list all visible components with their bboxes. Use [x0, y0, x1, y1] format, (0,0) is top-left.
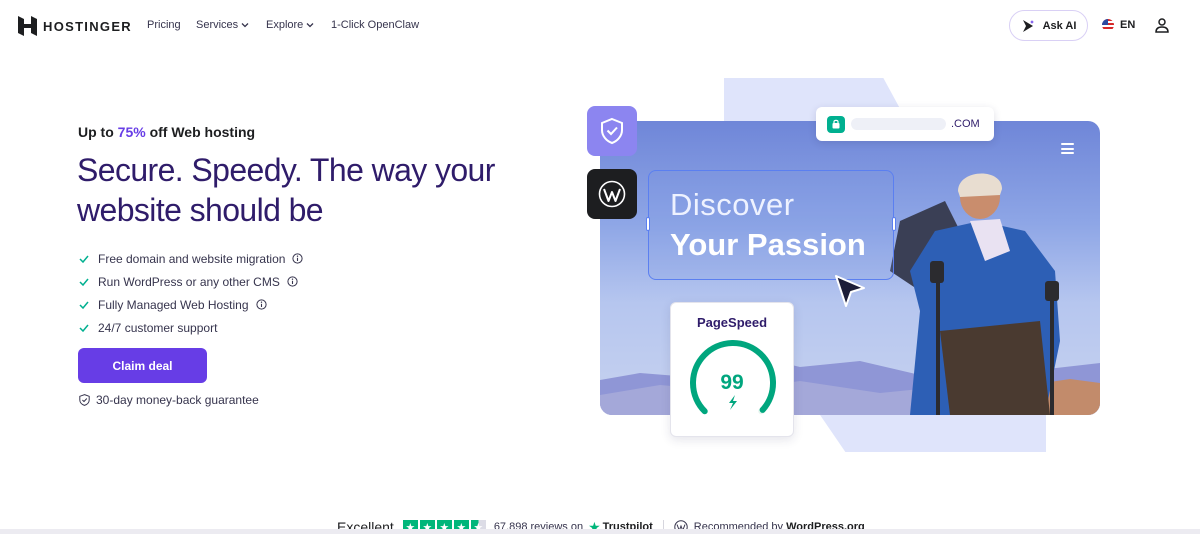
nav-openclaw[interactable]: 1-Click OpenClaw: [331, 19, 419, 31]
discover-line-1: Discover: [670, 187, 795, 222]
shield-check-icon: [79, 394, 90, 406]
promo-suffix: off Web hosting: [145, 124, 256, 140]
user-icon[interactable]: [1155, 18, 1169, 33]
nav-services-label: Services: [196, 19, 239, 31]
discover-line-2: Your Passion: [670, 227, 866, 262]
menu-icon: [1061, 143, 1074, 154]
language-label: EN: [1120, 19, 1136, 31]
feature-text: Free domain and website migration: [98, 251, 286, 266]
feature-text: 24/7 customer support: [98, 320, 218, 335]
brand-name: HOSTINGER: [43, 18, 132, 34]
chevron-down-icon: [306, 23, 314, 28]
wordpress-icon: [598, 180, 626, 208]
check-icon: [79, 324, 89, 332]
nav-pricing[interactable]: Pricing: [147, 19, 181, 31]
check-icon: [79, 255, 89, 263]
bolt-icon: [729, 395, 737, 410]
guarantee-text: 30-day money-back guarantee: [96, 393, 259, 407]
feature-text: Run WordPress or any other CMS: [98, 274, 280, 289]
claim-deal-button[interactable]: Claim deal: [78, 348, 207, 383]
nav-explore-label: Explore: [266, 19, 304, 31]
info-icon[interactable]: [287, 276, 298, 287]
check-icon: [79, 278, 89, 286]
nav-pricing-label: Pricing: [147, 19, 181, 31]
url-tld: .COM: [951, 118, 980, 130]
resize-handle: [892, 217, 896, 231]
info-icon[interactable]: [255, 299, 267, 310]
decorative-shape: [818, 412, 1046, 452]
us-flag-icon: [1102, 19, 1114, 31]
promo-prefix: Up to: [78, 124, 118, 140]
info-icon[interactable]: [292, 253, 304, 264]
ask-ai-button[interactable]: Ask AI: [1009, 10, 1088, 41]
lock-icon: [827, 115, 845, 133]
feature-item: Free domain and website migration: [79, 247, 304, 270]
headline-line-1: Secure. Speedy. The way your: [77, 152, 495, 188]
url-placeholder: [851, 118, 946, 130]
promo-text: Up to 75% off Web hosting: [78, 124, 255, 140]
cursor-icon: [835, 275, 865, 307]
headline-line-2: website should be: [77, 192, 324, 228]
nav-services[interactable]: Services: [196, 19, 249, 31]
feature-item: Run WordPress or any other CMS: [79, 270, 303, 293]
scroll-edge: [0, 529, 1200, 534]
pagespeed-card: PageSpeed 99: [670, 302, 794, 437]
browser-url-bar: .COM: [816, 107, 994, 141]
brand-logo[interactable]: HOSTINGER: [18, 16, 132, 36]
money-back-guarantee: 30-day money-back guarantee: [79, 393, 259, 407]
nav-openclaw-label: 1-Click OpenClaw: [331, 19, 420, 31]
resize-handle: [646, 217, 650, 231]
discover-textbox: Discover Your Passion: [646, 170, 896, 280]
promo-percentage: 75%: [117, 124, 146, 140]
feature-text: Fully Managed Web Hosting: [98, 297, 249, 312]
shield-check-icon: [601, 117, 623, 145]
chevron-down-icon: [241, 23, 249, 28]
sparkle-play-icon: [1022, 19, 1034, 32]
page-title: Secure. Speedy. The way your website sho…: [77, 150, 547, 230]
wordpress-badge: [587, 169, 637, 219]
feature-item: Fully Managed Web Hosting: [79, 293, 303, 316]
language-selector[interactable]: EN: [1102, 19, 1135, 31]
feature-item: 24/7 customer support: [79, 316, 303, 339]
check-icon: [79, 301, 89, 309]
pagespeed-score: 99: [720, 371, 744, 394]
pagespeed-title: PageSpeed: [696, 315, 768, 330]
top-navigation: HOSTINGER Pricing Services Explore 1-Cli…: [0, 0, 1200, 52]
feature-list: Free domain and website migration Run Wo…: [79, 247, 304, 339]
hostinger-logo-icon: [18, 16, 37, 36]
security-badge: [587, 106, 637, 156]
ask-ai-label: Ask AI: [1042, 19, 1077, 32]
nav-explore[interactable]: Explore: [266, 19, 314, 31]
